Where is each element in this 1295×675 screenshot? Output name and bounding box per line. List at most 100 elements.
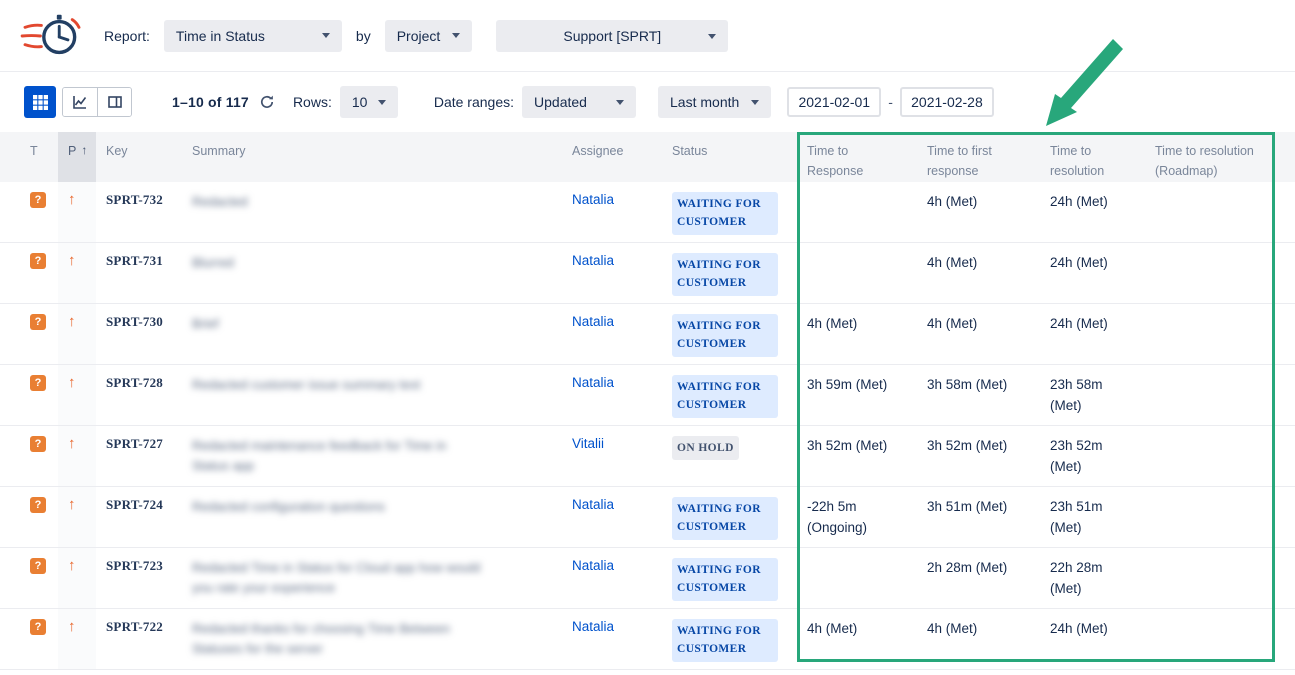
column-header-summary[interactable]: Summary	[182, 132, 562, 182]
cell-time-to-resolution-roadmap	[1145, 426, 1275, 486]
cell-time-to-first-response: 4h (Met)	[917, 182, 1040, 242]
assignee-link[interactable]: Natalia	[572, 375, 614, 390]
cell-time-to-first-response: 4h (Met)	[917, 304, 1040, 364]
topbar: Report: Time in Status by Project Suppor…	[0, 0, 1295, 72]
date-preset-select[interactable]: Last month	[658, 86, 771, 118]
assignee-link[interactable]: Natalia	[572, 192, 614, 207]
time-to-first-response-value: 3h 58m (Met)	[927, 377, 1007, 392]
scope-select[interactable]: Project	[385, 20, 473, 52]
rows-per-page-select[interactable]: 10	[340, 86, 398, 118]
chevron-down-icon	[378, 100, 386, 105]
cell-type: ?	[20, 548, 58, 608]
view-switcher	[24, 86, 132, 118]
refresh-icon	[259, 94, 275, 110]
time-to-response-value: 3h 52m (Met)	[807, 438, 887, 453]
board-layout-icon	[107, 94, 123, 110]
issue-type-question-icon[interactable]: ?	[30, 558, 46, 574]
cell-status: WAITING FOR CUSTOMER	[662, 365, 797, 425]
cell-key: SPRT-722	[96, 609, 182, 669]
cell-status: WAITING FOR CUSTOMER	[662, 487, 797, 547]
column-header-key[interactable]: Key	[96, 132, 182, 182]
cell-type: ?	[20, 365, 58, 425]
report-type-select[interactable]: Time in Status	[164, 20, 342, 52]
cell-key: SPRT-730	[96, 304, 182, 364]
app-logo-stopwatch-icon	[18, 9, 86, 63]
refresh-button[interactable]	[259, 94, 275, 110]
time-to-resolution-value: 23h 52m (Met)	[1050, 438, 1103, 474]
priority-high-icon: ↑	[68, 252, 76, 269]
time-to-resolution-value: 24h (Met)	[1050, 255, 1108, 270]
cell-time-to-response: 4h (Met)	[797, 304, 917, 364]
cell-type: ?	[20, 182, 58, 242]
table-body: ? ↑ SPRT-732 Redacted Natalia WAITING FO…	[0, 182, 1295, 670]
date-from-input[interactable]: 2021-02-01	[787, 87, 881, 117]
issue-key: SPRT-728	[106, 375, 163, 390]
priority-high-icon: ↑	[68, 313, 76, 330]
issue-key: SPRT-730	[106, 314, 163, 329]
assignee-link[interactable]: Natalia	[572, 558, 614, 573]
issue-key: SPRT-722	[106, 619, 163, 634]
cell-summary: Blurred	[182, 243, 562, 303]
status-lozenge: WAITING FOR CUSTOMER	[672, 253, 778, 296]
cell-priority: ↑	[58, 548, 96, 608]
table-row: ? ↑ SPRT-732 Redacted Natalia WAITING FO…	[0, 182, 1295, 243]
cell-summary: Redacted Time in Status for Cloud app ho…	[182, 548, 562, 608]
cell-time-to-resolution: 24h (Met)	[1040, 609, 1145, 669]
cell-time-to-resolution-roadmap	[1145, 243, 1275, 303]
issue-type-question-icon[interactable]: ?	[30, 375, 46, 391]
cell-key: SPRT-731	[96, 243, 182, 303]
issue-type-question-icon[interactable]: ?	[30, 497, 46, 513]
time-to-response-value: 4h (Met)	[807, 316, 857, 331]
column-header-priority-sorted[interactable]: P ↑	[58, 132, 96, 182]
date-ranges-label: Date ranges:	[434, 94, 514, 110]
assignee-link[interactable]: Natalia	[572, 314, 614, 329]
issue-type-question-icon[interactable]: ?	[30, 436, 46, 452]
column-header-time-to-resolution-roadmap[interactable]: Time to resolution (Roadmap)	[1145, 132, 1275, 182]
cell-summary: Redacted maintenance feedback for Time i…	[182, 426, 562, 486]
date-to-input[interactable]: 2021-02-28	[900, 87, 994, 117]
column-header-status[interactable]: Status	[662, 132, 797, 182]
issue-type-question-icon[interactable]: ?	[30, 192, 46, 208]
time-to-response-value: 4h (Met)	[807, 621, 857, 636]
issue-type-question-icon[interactable]: ?	[30, 253, 46, 269]
issue-type-question-icon[interactable]: ?	[30, 619, 46, 635]
board-view-button[interactable]	[97, 88, 131, 116]
column-header-time-to-resolution[interactable]: Time to resolution	[1040, 132, 1145, 182]
project-value: Support [SPRT]	[563, 28, 661, 44]
column-header-time-to-response[interactable]: Time to Response	[797, 132, 917, 182]
cell-status: WAITING FOR CUSTOMER	[662, 548, 797, 608]
cell-time-to-resolution-roadmap	[1145, 182, 1275, 242]
time-to-response-value: 3h 59m (Met)	[807, 377, 887, 392]
cell-priority: ↑	[58, 609, 96, 669]
date-field-select[interactable]: Updated	[522, 86, 636, 118]
status-lozenge: WAITING FOR CUSTOMER	[672, 558, 778, 601]
cell-time-to-resolution-roadmap	[1145, 304, 1275, 364]
project-select[interactable]: Support [SPRT]	[496, 20, 728, 52]
issue-key: SPRT-731	[106, 253, 163, 268]
chevron-down-icon	[751, 100, 759, 105]
column-header-type[interactable]: T	[20, 132, 58, 182]
time-to-response-value: -22h 5m (Ongoing)	[807, 499, 867, 535]
priority-high-icon: ↑	[68, 557, 76, 574]
time-to-first-response-value: 4h (Met)	[927, 316, 977, 331]
cell-time-to-response: 3h 52m (Met)	[797, 426, 917, 486]
assignee-link[interactable]: Vitalii	[572, 436, 604, 451]
cell-status: WAITING FOR CUSTOMER	[662, 243, 797, 303]
report-table: T P ↑ Key Summary Assignee Status Time t…	[0, 132, 1295, 670]
column-header-time-to-first-response[interactable]: Time to first response	[917, 132, 1040, 182]
issue-type-question-icon[interactable]: ?	[30, 314, 46, 330]
cell-summary: Redacted thanks for choosing Time Betwee…	[182, 609, 562, 669]
time-to-resolution-value: 23h 51m (Met)	[1050, 499, 1103, 535]
time-to-resolution-value: 22h 28m (Met)	[1050, 560, 1103, 596]
assignee-link[interactable]: Natalia	[572, 253, 614, 268]
grid-icon	[33, 95, 48, 110]
grid-view-button[interactable]	[24, 86, 56, 118]
assignee-link[interactable]: Natalia	[572, 497, 614, 512]
cell-type: ?	[20, 304, 58, 364]
chart-view-button[interactable]	[63, 88, 97, 116]
assignee-link[interactable]: Natalia	[572, 619, 614, 634]
column-header-assignee[interactable]: Assignee	[562, 132, 662, 182]
cell-assignee: Vitalii	[562, 426, 662, 486]
cell-time-to-resolution-roadmap	[1145, 487, 1275, 547]
cell-time-to-first-response: 2h 28m (Met)	[917, 548, 1040, 608]
